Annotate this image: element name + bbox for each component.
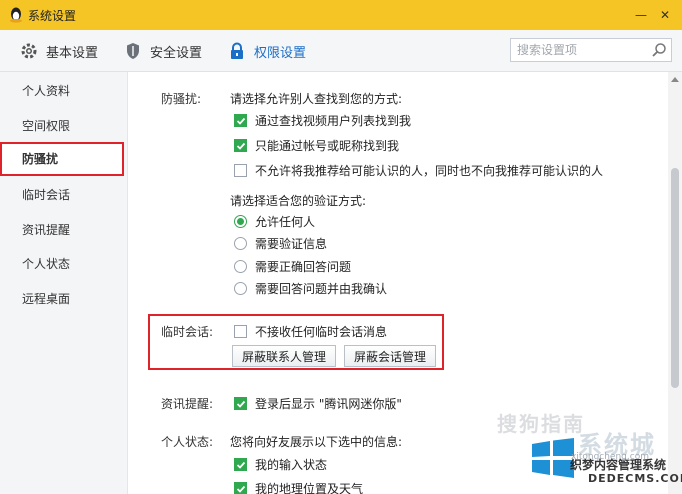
checkbox-row-no-recommend[interactable]: 不允许将我推荐给可能认识的人，同时也不向我推荐可能认识的人	[234, 162, 603, 179]
check-icon	[236, 117, 245, 125]
arrow-up-icon	[671, 77, 679, 82]
tab-label: 基本设置	[46, 45, 99, 61]
verify-method-prompt: 请选择适合您的验证方式:	[230, 194, 367, 208]
radio-label: 允许任何人	[255, 215, 316, 229]
sidebar-item-news-reminder[interactable]: 资讯提醒	[0, 213, 128, 247]
radio-row-verify-info[interactable]: 需要验证信息	[234, 235, 327, 252]
check-icon	[236, 400, 245, 408]
close-icon: ✕	[659, 8, 671, 22]
watermark-xtc-url: xitongcheng.com	[571, 452, 649, 462]
tab-security-settings[interactable]: 安全设置	[124, 30, 202, 72]
checkbox-label: 不允许将我推荐给可能认识的人，同时也不向我推荐可能认识的人	[255, 164, 604, 178]
window-title: 系统设置	[28, 9, 77, 23]
tab-label: 安全设置	[150, 45, 203, 61]
radio-label: 需要验证信息	[255, 237, 328, 251]
anti-harassment-label: 防骚扰:	[161, 92, 202, 106]
radio-label: 需要回答问题并由我确认	[255, 282, 388, 296]
gear-icon	[20, 42, 38, 60]
radio-row-answer-correct[interactable]: 需要正确回答问题	[234, 258, 351, 275]
checkbox-row-account-only[interactable]: 只能通过帐号或昵称找到我	[234, 137, 399, 154]
checkbox-checked[interactable]	[234, 114, 247, 127]
radio-unselected[interactable]	[234, 260, 247, 273]
check-icon	[236, 461, 245, 469]
watermark-dede-url: DEDECMS.COM	[588, 472, 682, 485]
checkbox-label: 我的地理位置及天气	[255, 482, 364, 494]
checkbox-checked[interactable]	[234, 458, 247, 471]
check-icon	[236, 142, 245, 150]
watermark-sogou: 搜狗指南	[497, 412, 585, 436]
annotation-highlight-box	[148, 314, 444, 370]
checkbox-label: 我的输入状态	[255, 458, 328, 472]
sidebar-item-personal-status[interactable]: 个人状态	[0, 247, 128, 281]
tab-basic-settings[interactable]: 基本设置	[20, 30, 98, 72]
lock-icon	[228, 42, 246, 60]
radio-row-allow-anyone[interactable]: 允许任何人	[234, 213, 315, 230]
scrollbar-thumb[interactable]	[671, 168, 679, 388]
scroll-up-button[interactable]	[668, 72, 682, 86]
sidebar-item-anti-harassment[interactable]: 防骚扰	[0, 142, 124, 176]
search-icon[interactable]	[651, 42, 667, 58]
checkbox-row-video-list[interactable]: 通过查找视频用户列表找到我	[234, 112, 411, 129]
sidebar-item-space-permission[interactable]: 空间权限	[0, 109, 128, 143]
checkbox-row-mini-news[interactable]: 登录后显示 "腾讯网迷你版"	[234, 395, 402, 412]
checkbox-label: 只能通过帐号或昵称找到我	[255, 139, 400, 153]
radio-row-answer-confirm[interactable]: 需要回答问题并由我确认	[234, 280, 387, 297]
checkbox-checked[interactable]	[234, 397, 247, 410]
tab-label: 权限设置	[254, 45, 307, 61]
minimize-button[interactable]: —	[630, 4, 652, 26]
checkbox-row-typing-status[interactable]: 我的输入状态	[234, 456, 327, 473]
checkbox-label: 通过查找视频用户列表找到我	[255, 114, 412, 128]
sidebar-item-remote-desktop[interactable]: 远程桌面	[0, 282, 128, 316]
search-box[interactable]	[510, 38, 672, 62]
sidebar-item-profile[interactable]: 个人资料	[0, 74, 128, 108]
check-icon	[236, 485, 245, 493]
content-scrollbar[interactable]	[668, 72, 682, 494]
sidebar: 个人资料 空间权限 防骚扰 临时会话 资讯提醒 个人状态 远程桌面	[0, 72, 128, 494]
close-button[interactable]: ✕	[654, 4, 676, 26]
tab-permission-settings[interactable]: 权限设置	[228, 30, 306, 72]
settings-toolbar: 基本设置 安全设置 权限设置	[0, 30, 682, 72]
title-bar: 系统设置 — ✕	[0, 0, 682, 30]
radio-unselected[interactable]	[234, 282, 247, 295]
radio-label: 需要正确回答问题	[255, 260, 352, 274]
sidebar-item-temp-session[interactable]: 临时会话	[0, 178, 128, 212]
checkbox-row-location-weather[interactable]: 我的地理位置及天气	[234, 480, 363, 494]
checkbox-checked[interactable]	[234, 139, 247, 152]
personal-status-label: 个人状态:	[161, 435, 214, 449]
shield-icon	[124, 42, 142, 60]
qq-penguin-icon	[10, 7, 22, 23]
minimize-icon: —	[635, 8, 647, 22]
radio-unselected[interactable]	[234, 237, 247, 250]
find-method-prompt: 请选择允许别人查找到您的方式:	[230, 92, 403, 106]
checkbox-label: 登录后显示 "腾讯网迷你版"	[255, 397, 402, 411]
checkbox-checked[interactable]	[234, 482, 247, 494]
search-input[interactable]	[517, 42, 647, 58]
news-reminder-label: 资讯提醒:	[161, 397, 214, 411]
checkbox-unchecked[interactable]	[234, 164, 247, 177]
status-prompt: 您将向好友展示以下选中的信息:	[230, 435, 403, 449]
radio-selected[interactable]	[234, 215, 247, 228]
